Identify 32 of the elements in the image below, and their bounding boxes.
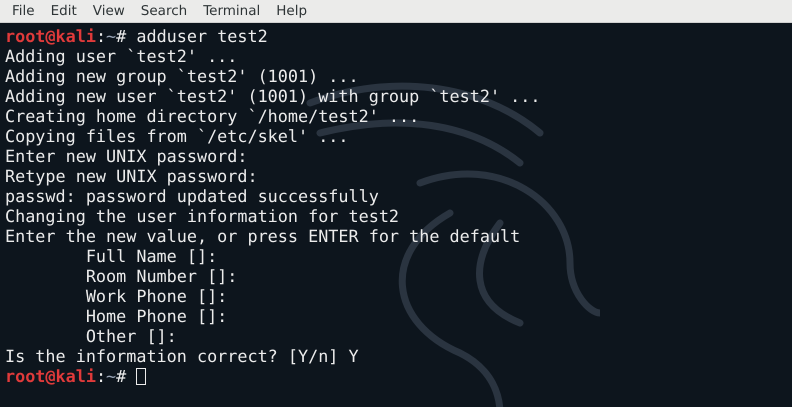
output-line: Changing the user information for test2	[5, 206, 400, 226]
menu-item[interactable]: File	[4, 3, 43, 19]
output-line: Is the information correct? [Y/n] Y	[5, 346, 359, 366]
output-line: Adding new group `test2' (1001) ...	[5, 66, 359, 86]
output-line: Copying files from `/etc/skel' ...	[5, 126, 349, 146]
prompt-separator: :	[96, 26, 106, 46]
menu-item[interactable]: Search	[132, 3, 196, 19]
output-line: Retype new UNIX password:	[5, 166, 258, 186]
prompt-user: root@kali	[5, 366, 96, 386]
prompt-symbol: #	[116, 366, 126, 386]
output-line: Adding user `test2' ...	[5, 46, 238, 66]
output-line: Enter the new value, or press ENTER for the default	[5, 226, 520, 246]
output-line: passwd: password updated successfully	[5, 186, 379, 206]
command-text: adduser test2	[135, 26, 268, 46]
prompt-path: ~	[106, 366, 116, 386]
prompt-user: root@kali	[5, 26, 96, 46]
prompt-symbol: #	[116, 26, 126, 46]
output-line: Other []:	[84, 326, 177, 346]
menu-item[interactable]: Edit	[42, 3, 85, 19]
output-line: Creating home directory `/home/test2' ...	[5, 106, 420, 126]
prompt-separator: :	[96, 366, 106, 386]
prompt-path: ~	[106, 26, 116, 46]
output-line: Home Phone []:	[84, 306, 228, 326]
output-line: Enter new UNIX password:	[5, 146, 248, 166]
output-line: Adding new user `test2' (1001) with group `test2' ...	[5, 86, 540, 106]
text-cursor	[136, 368, 146, 385]
menu-item[interactable]: Terminal	[195, 3, 268, 19]
output-line: Room Number []:	[84, 266, 238, 286]
menu-item[interactable]: Help	[268, 3, 316, 19]
menu-item[interactable]: View	[84, 3, 133, 19]
output-line: Full Name []:	[84, 246, 218, 266]
output-line: Work Phone []:	[84, 286, 228, 306]
